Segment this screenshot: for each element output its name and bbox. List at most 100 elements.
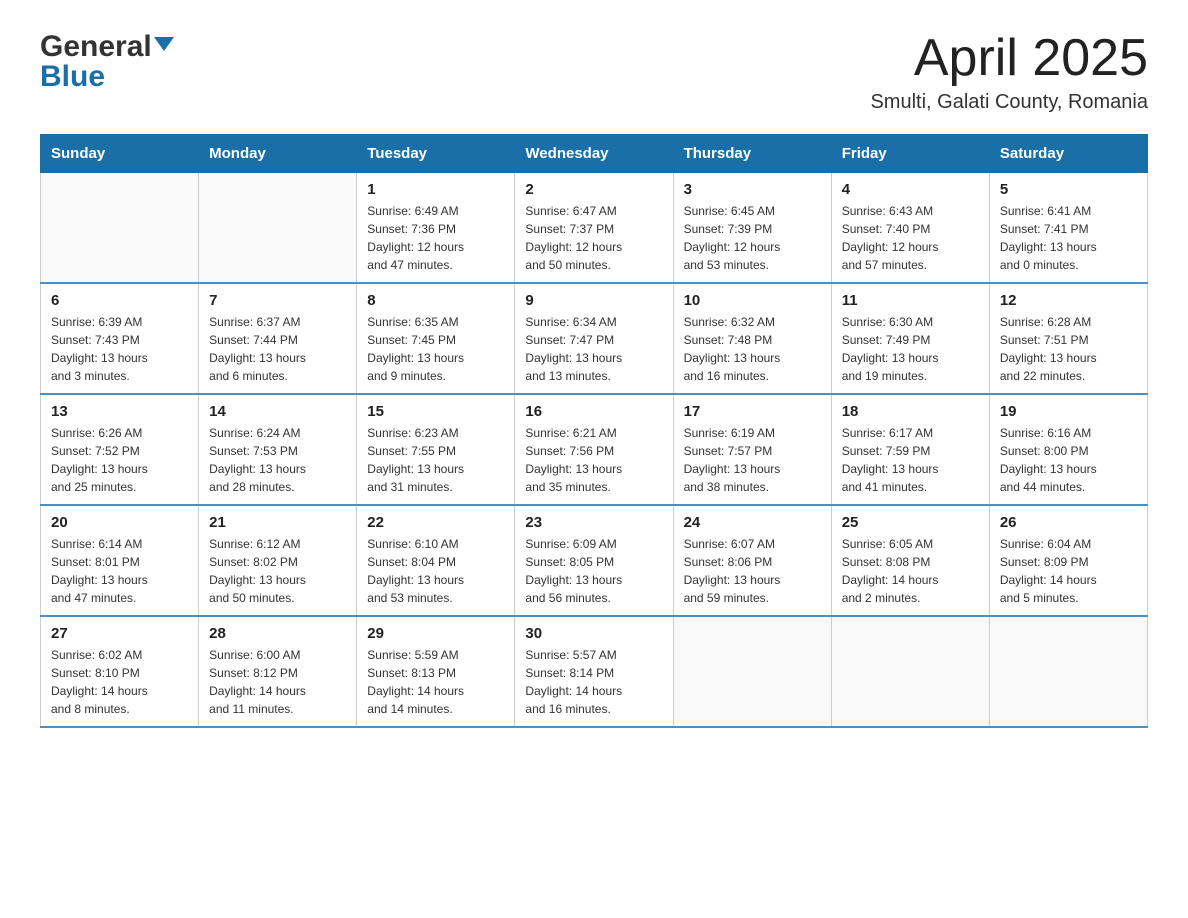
day-number: 23 [525, 514, 662, 531]
calendar-day-cell [41, 173, 199, 284]
calendar-day-cell: 27 Sunrise: 6:02 AM Sunset: 8:10 PM Dayli… [41, 616, 199, 727]
day-info: Sunrise: 6:43 AM Sunset: 7:40 PM Dayligh… [842, 202, 979, 274]
calendar-day-cell: 16Sunrise: 6:21 AM Sunset: 7:56 PM Dayli… [515, 394, 673, 505]
calendar-header-row: SundayMondayTuesdayWednesdayThursdayFrid… [41, 135, 1148, 173]
calendar-header-cell: Saturday [989, 135, 1147, 173]
day-info: Sunrise: 6:49 AM Sunset: 7:36 PM Dayligh… [367, 202, 504, 274]
calendar-day-cell: 28 Sunrise: 6:00 AM Sunset: 8:12 PM Dayli… [199, 616, 357, 727]
page-header: General Blue April 2025 Smulti, Galati C… [40, 30, 1148, 114]
calendar-week-row: 20 Sunrise: 6:14 AM Sunset: 8:01 PM Dayli… [41, 505, 1148, 616]
calendar-day-cell: 8 Sunrise: 6:35 AM Sunset: 7:45 PM Daylig… [357, 283, 515, 394]
day-number: 4 [842, 181, 979, 198]
calendar-day-cell: 26 Sunrise: 6:04 AM Sunset: 8:09 PM Dayli… [989, 505, 1147, 616]
logo: General Blue [40, 30, 174, 94]
day-info: Sunrise: 6:05 AM Sunset: 8:08 PM Dayligh… [842, 535, 979, 607]
day-info: Sunrise: 6:41 AM Sunset: 7:41 PM Dayligh… [1000, 202, 1137, 274]
logo-general: General [40, 30, 152, 64]
calendar-day-cell: 15Sunrise: 6:23 AM Sunset: 7:55 PM Dayli… [357, 394, 515, 505]
calendar-header-cell: Monday [199, 135, 357, 173]
calendar-week-row: 27 Sunrise: 6:02 AM Sunset: 8:10 PM Dayli… [41, 616, 1148, 727]
calendar-day-cell: 24Sunrise: 6:07 AM Sunset: 8:06 PM Dayli… [673, 505, 831, 616]
day-info: Sunrise: 6:14 AM Sunset: 8:01 PM Dayligh… [51, 535, 188, 607]
day-info: Sunrise: 6:30 AM Sunset: 7:49 PM Dayligh… [842, 313, 979, 385]
day-number: 14 [209, 403, 346, 420]
calendar-header-cell: Friday [831, 135, 989, 173]
day-info: Sunrise: 6:02 AM Sunset: 8:10 PM Dayligh… [51, 646, 188, 718]
day-number: 18 [842, 403, 979, 420]
day-info: Sunrise: 6:12 AM Sunset: 8:02 PM Dayligh… [209, 535, 346, 607]
day-number: 7 [209, 292, 346, 309]
calendar-day-cell: 20 Sunrise: 6:14 AM Sunset: 8:01 PM Dayli… [41, 505, 199, 616]
day-number: 24 [684, 514, 821, 531]
calendar-day-cell: 13Sunrise: 6:26 AM Sunset: 7:52 PM Dayli… [41, 394, 199, 505]
calendar-header-cell: Sunday [41, 135, 199, 173]
calendar-day-cell: 1 Sunrise: 6:49 AM Sunset: 7:36 PM Daylig… [357, 173, 515, 284]
day-number: 11 [842, 292, 979, 309]
day-number: 17 [684, 403, 821, 420]
calendar-body: 1 Sunrise: 6:49 AM Sunset: 7:36 PM Daylig… [41, 173, 1148, 728]
day-info: Sunrise: 6:39 AM Sunset: 7:43 PM Dayligh… [51, 313, 188, 385]
day-info: Sunrise: 6:23 AM Sunset: 7:55 PM Dayligh… [367, 424, 504, 496]
calendar-week-row: 1 Sunrise: 6:49 AM Sunset: 7:36 PM Daylig… [41, 173, 1148, 284]
day-number: 29 [367, 625, 504, 642]
day-number: 28 [209, 625, 346, 642]
day-info: Sunrise: 6:45 AM Sunset: 7:39 PM Dayligh… [684, 202, 821, 274]
logo-triangle-icon [154, 37, 174, 51]
day-info: Sunrise: 6:21 AM Sunset: 7:56 PM Dayligh… [525, 424, 662, 496]
calendar-day-cell: 12 Sunrise: 6:28 AM Sunset: 7:51 PM Dayli… [989, 283, 1147, 394]
calendar-week-row: 13Sunrise: 6:26 AM Sunset: 7:52 PM Dayli… [41, 394, 1148, 505]
calendar-week-row: 6Sunrise: 6:39 AM Sunset: 7:43 PM Daylig… [41, 283, 1148, 394]
day-info: Sunrise: 5:57 AM Sunset: 8:14 PM Dayligh… [525, 646, 662, 718]
day-number: 10 [684, 292, 821, 309]
calendar-day-cell: 11 Sunrise: 6:30 AM Sunset: 7:49 PM Dayli… [831, 283, 989, 394]
calendar-header-cell: Thursday [673, 135, 831, 173]
calendar-day-cell: 22Sunrise: 6:10 AM Sunset: 8:04 PM Dayli… [357, 505, 515, 616]
calendar-day-cell: 29 Sunrise: 5:59 AM Sunset: 8:13 PM Dayli… [357, 616, 515, 727]
calendar-day-cell: 6Sunrise: 6:39 AM Sunset: 7:43 PM Daylig… [41, 283, 199, 394]
day-info: Sunrise: 6:37 AM Sunset: 7:44 PM Dayligh… [209, 313, 346, 385]
calendar-day-cell: 2 Sunrise: 6:47 AM Sunset: 7:37 PM Daylig… [515, 173, 673, 284]
day-info: Sunrise: 6:19 AM Sunset: 7:57 PM Dayligh… [684, 424, 821, 496]
day-number: 8 [367, 292, 504, 309]
day-info: Sunrise: 6:28 AM Sunset: 7:51 PM Dayligh… [1000, 313, 1137, 385]
day-number: 26 [1000, 514, 1137, 531]
calendar-day-cell: 14Sunrise: 6:24 AM Sunset: 7:53 PM Dayli… [199, 394, 357, 505]
day-number: 5 [1000, 181, 1137, 198]
calendar-header: SundayMondayTuesdayWednesdayThursdayFrid… [41, 135, 1148, 173]
day-info: Sunrise: 6:16 AM Sunset: 8:00 PM Dayligh… [1000, 424, 1137, 496]
calendar-day-cell [199, 173, 357, 284]
location-title: Smulti, Galati County, Romania [870, 91, 1148, 114]
day-number: 27 [51, 625, 188, 642]
calendar-day-cell: 23 Sunrise: 6:09 AM Sunset: 8:05 PM Dayli… [515, 505, 673, 616]
calendar-header-cell: Tuesday [357, 135, 515, 173]
calendar-day-cell [989, 616, 1147, 727]
day-number: 12 [1000, 292, 1137, 309]
day-number: 21 [209, 514, 346, 531]
month-title: April 2025 [870, 30, 1148, 87]
day-info: Sunrise: 6:09 AM Sunset: 8:05 PM Dayligh… [525, 535, 662, 607]
calendar-day-cell: 25Sunrise: 6:05 AM Sunset: 8:08 PM Dayli… [831, 505, 989, 616]
day-number: 13 [51, 403, 188, 420]
calendar-day-cell: 30Sunrise: 5:57 AM Sunset: 8:14 PM Dayli… [515, 616, 673, 727]
day-number: 3 [684, 181, 821, 198]
day-number: 20 [51, 514, 188, 531]
day-info: Sunrise: 6:17 AM Sunset: 7:59 PM Dayligh… [842, 424, 979, 496]
calendar-day-cell: 21 Sunrise: 6:12 AM Sunset: 8:02 PM Dayli… [199, 505, 357, 616]
day-info: Sunrise: 5:59 AM Sunset: 8:13 PM Dayligh… [367, 646, 504, 718]
day-number: 1 [367, 181, 504, 198]
logo-blue: Blue [40, 60, 174, 94]
day-number: 19 [1000, 403, 1137, 420]
calendar-header-cell: Wednesday [515, 135, 673, 173]
calendar-table: SundayMondayTuesdayWednesdayThursdayFrid… [40, 134, 1148, 728]
calendar-day-cell [673, 616, 831, 727]
day-number: 2 [525, 181, 662, 198]
day-number: 22 [367, 514, 504, 531]
day-info: Sunrise: 6:00 AM Sunset: 8:12 PM Dayligh… [209, 646, 346, 718]
day-info: Sunrise: 6:35 AM Sunset: 7:45 PM Dayligh… [367, 313, 504, 385]
calendar-day-cell [831, 616, 989, 727]
day-info: Sunrise: 6:32 AM Sunset: 7:48 PM Dayligh… [684, 313, 821, 385]
day-info: Sunrise: 6:47 AM Sunset: 7:37 PM Dayligh… [525, 202, 662, 274]
day-info: Sunrise: 6:04 AM Sunset: 8:09 PM Dayligh… [1000, 535, 1137, 607]
day-number: 9 [525, 292, 662, 309]
calendar-day-cell: 7 Sunrise: 6:37 AM Sunset: 7:44 PM Daylig… [199, 283, 357, 394]
